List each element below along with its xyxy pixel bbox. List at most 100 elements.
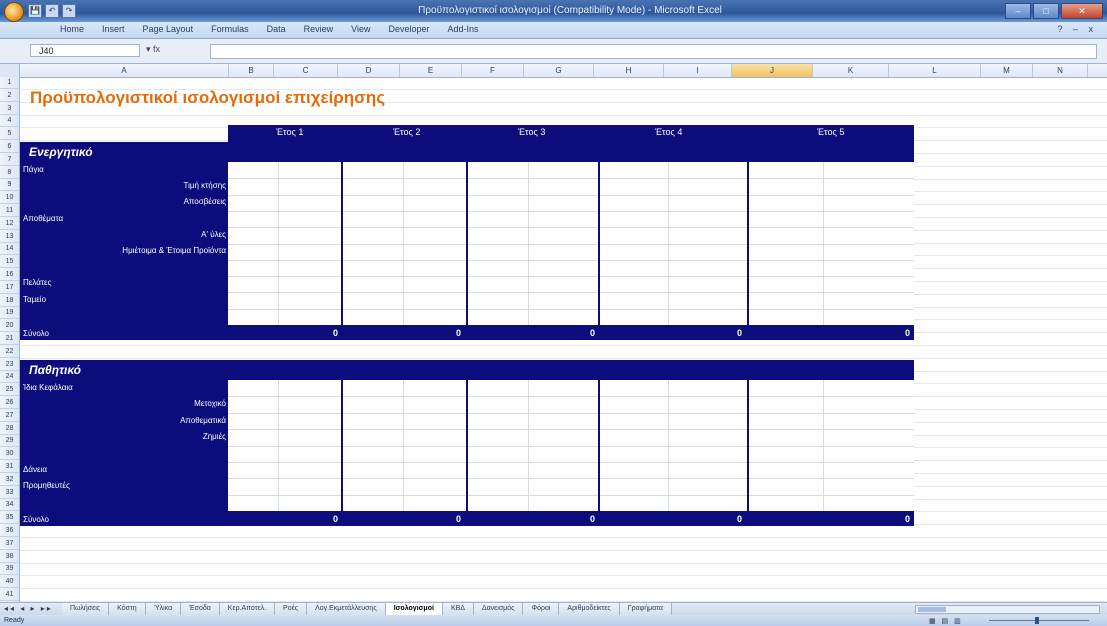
year-header-4[interactable]: Έτος 4 [655, 127, 682, 137]
item-label[interactable]: Ίδια Κεφάλαια [23, 383, 73, 392]
row-header-21[interactable]: 21 [0, 333, 19, 345]
name-box[interactable]: J40 [30, 44, 140, 57]
item-label[interactable]: Αποθέματα [23, 214, 63, 223]
sheet-title[interactable]: Προϋπολογιστικοί ισολογισμοί επιχείρησης [30, 88, 385, 108]
row-header-35[interactable]: 35 [0, 512, 19, 525]
save-icon[interactable]: 💾 [28, 4, 42, 18]
ribbon-tab-data[interactable]: Data [267, 24, 286, 34]
liabilities-total-label[interactable]: Σύνολο [23, 515, 49, 524]
maximize-button[interactable]: □ [1033, 3, 1059, 19]
total-value-year-2[interactable]: 0 [456, 514, 461, 524]
total-value-year-2[interactable]: 0 [456, 328, 461, 338]
liabilities-grid[interactable] [228, 380, 914, 511]
year-header-1[interactable]: Έτος 1 [276, 127, 303, 137]
column-header-a[interactable]: A [20, 64, 229, 77]
ribbon-tab-add-ins[interactable]: Add-Ins [448, 24, 479, 34]
column-header-g[interactable]: G [524, 64, 594, 77]
total-value-year-5[interactable]: 0 [905, 328, 910, 338]
sheet-tab[interactable]: Φόροι [523, 603, 560, 615]
sheet-tab[interactable]: Κερ.Αποτελ. [219, 603, 276, 615]
sheet-tab[interactable]: Δανεισμός [473, 603, 524, 615]
undo-icon[interactable]: ↶ [45, 4, 59, 18]
zoom-knob[interactable] [1035, 617, 1039, 624]
row-header-27[interactable]: 27 [0, 410, 19, 422]
sheet-tab[interactable]: Ροές [275, 603, 308, 615]
total-value-year-1[interactable]: 0 [333, 328, 338, 338]
liabilities-heading[interactable]: Παθητικό [29, 363, 81, 377]
row-header-9[interactable]: 9 [0, 179, 19, 192]
total-value-year-4[interactable]: 0 [737, 328, 742, 338]
sheet-tab[interactable]: Ισολογισμοί [385, 603, 443, 615]
office-button[interactable] [4, 2, 24, 22]
item-label[interactable]: Ταμείο [23, 295, 46, 304]
ribbon-tab-home[interactable]: Home [60, 24, 84, 34]
row-header-8[interactable]: 8 [0, 167, 19, 179]
year-header-2[interactable]: Έτος 2 [393, 127, 420, 137]
column-header-e[interactable]: E [400, 64, 462, 77]
item-label[interactable]: Προμηθευτές [23, 481, 70, 490]
row-header-36[interactable]: 36 [0, 525, 19, 537]
total-value-year-3[interactable]: 0 [590, 514, 595, 524]
sub-item-label[interactable]: Τιμή κτήσης [184, 181, 227, 190]
scrollbar-thumb[interactable] [918, 607, 946, 612]
ribbon-tab-view[interactable]: View [351, 24, 370, 34]
column-header-d[interactable]: D [338, 64, 400, 77]
year-header-3[interactable]: Έτος 3 [518, 127, 545, 137]
row-header-23[interactable]: 23 [0, 359, 19, 371]
row-header-40[interactable]: 40 [0, 576, 19, 589]
assets-grid[interactable] [228, 162, 914, 325]
row-header-24[interactable]: 24 [0, 371, 19, 384]
column-header-b[interactable]: B [229, 64, 274, 77]
sub-item-label[interactable]: Μετοχικό [194, 399, 226, 408]
sub-item-label[interactable]: Αποθεματικά [180, 416, 226, 425]
row-header-26[interactable]: 26 [0, 397, 19, 409]
ribbon-window-controls[interactable]: ? – x [1057, 24, 1097, 34]
row-header-16[interactable]: 16 [0, 269, 19, 281]
item-label[interactable]: Πάγια [23, 165, 44, 174]
sheet-tab[interactable]: ΚΒΔ [442, 603, 474, 615]
sheet-tab[interactable]: Πωλήσεις [62, 603, 110, 615]
formula-input[interactable] [210, 44, 1097, 59]
zoom-slider[interactable] [989, 620, 1089, 621]
row-header-1[interactable]: 1 [0, 77, 19, 89]
item-label[interactable]: Πελάτες [23, 278, 51, 287]
row-header-10[interactable]: 10 [0, 192, 19, 205]
row-header-33[interactable]: 33 [0, 487, 19, 499]
ribbon-tab-formulas[interactable]: Formulas [211, 24, 249, 34]
column-header-o[interactable]: O [1088, 64, 1107, 77]
row-header-15[interactable]: 15 [0, 256, 19, 269]
row-header-30[interactable]: 30 [0, 448, 19, 461]
row-header-6[interactable]: 6 [0, 141, 19, 153]
row-header-14[interactable]: 14 [0, 243, 19, 256]
fx-icon[interactable]: ▾ fx [146, 44, 160, 55]
sub-item-label[interactable]: Ημιέτοιμα & Έτοιμα Προϊόντα [122, 246, 226, 255]
total-value-year-3[interactable]: 0 [590, 328, 595, 338]
sheet-tab[interactable]: Ύλικα [145, 603, 182, 615]
row-header-25[interactable]: 25 [0, 384, 19, 397]
minimize-button[interactable]: – [1005, 3, 1031, 19]
ribbon-tab-review[interactable]: Review [304, 24, 334, 34]
column-header-i[interactable]: I [664, 64, 732, 77]
row-header-12[interactable]: 12 [0, 218, 19, 230]
year-header-5[interactable]: Έτος 5 [817, 127, 844, 137]
sheet-tab[interactable]: Κόστη [109, 603, 146, 615]
row-header-34[interactable]: 34 [0, 499, 19, 512]
ribbon-tab-page-layout[interactable]: Page Layout [143, 24, 194, 34]
row-header-3[interactable]: 3 [0, 103, 19, 115]
total-value-year-5[interactable]: 0 [905, 514, 910, 524]
horizontal-scrollbar[interactable] [915, 605, 1100, 614]
row-header-39[interactable]: 39 [0, 563, 19, 576]
row-header-19[interactable]: 19 [0, 307, 19, 320]
row-header-11[interactable]: 11 [0, 205, 19, 217]
sheet-tab[interactable]: Λογ.Εκμετάλλευσης [307, 603, 386, 615]
column-header-f[interactable]: F [462, 64, 524, 77]
row-header-32[interactable]: 32 [0, 474, 19, 486]
column-header-c[interactable]: C [274, 64, 338, 77]
row-header-20[interactable]: 20 [0, 320, 19, 333]
column-header-h[interactable]: H [594, 64, 664, 77]
row-header-22[interactable]: 22 [0, 346, 19, 358]
column-header-n[interactable]: N [1033, 64, 1088, 77]
row-header-29[interactable]: 29 [0, 435, 19, 448]
row-header-18[interactable]: 18 [0, 295, 19, 307]
total-value-year-4[interactable]: 0 [737, 514, 742, 524]
